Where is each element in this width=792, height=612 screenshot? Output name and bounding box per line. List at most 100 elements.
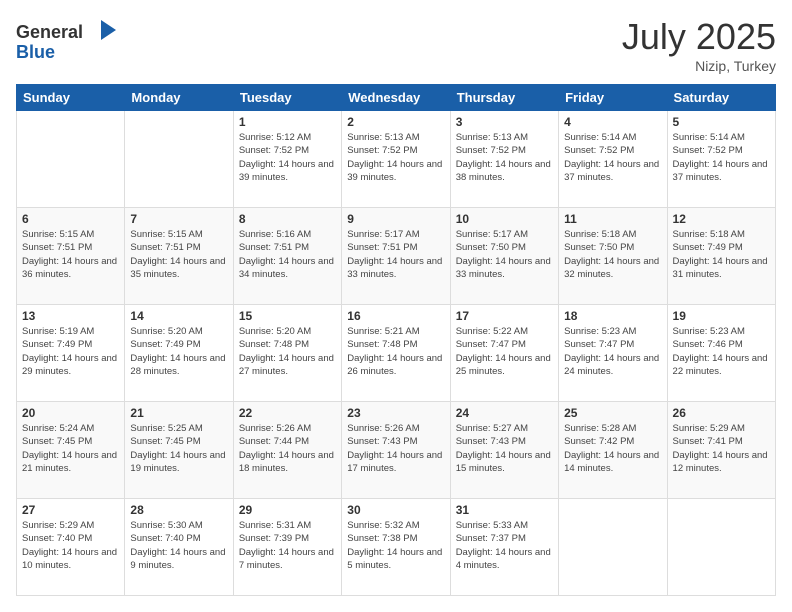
day-number: 12 — [673, 212, 770, 226]
day-number: 1 — [239, 115, 336, 129]
day-number: 9 — [347, 212, 444, 226]
table-row: 14 Sunrise: 5:20 AM Sunset: 7:49 PM Dayli… — [125, 305, 233, 402]
day-number: 28 — [130, 503, 227, 517]
day-number: 5 — [673, 115, 770, 129]
day-number: 11 — [564, 212, 661, 226]
header-friday: Friday — [559, 85, 667, 111]
day-info: Sunrise: 5:19 AM Sunset: 7:49 PM Dayligh… — [22, 325, 119, 378]
location-subtitle: Nizip, Turkey — [622, 58, 776, 74]
table-row — [667, 499, 775, 596]
table-row: 24 Sunrise: 5:27 AM Sunset: 7:43 PM Dayli… — [450, 402, 558, 499]
table-row: 18Sunrise: 5:23 AM Sunset: 7:47 PM Dayli… — [559, 305, 667, 402]
table-row: 5Sunrise: 5:14 AM Sunset: 7:52 PM Daylig… — [667, 111, 775, 208]
day-info: Sunrise: 5:31 AM Sunset: 7:39 PM Dayligh… — [239, 519, 336, 572]
day-info: Sunrise: 5:29 AM Sunset: 7:41 PM Dayligh… — [673, 422, 770, 475]
day-number: 13 — [22, 309, 119, 323]
day-number: 8 — [239, 212, 336, 226]
day-info: Sunrise: 5:24 AM Sunset: 7:45 PM Dayligh… — [22, 422, 119, 475]
day-info: Sunrise: 5:18 AM Sunset: 7:50 PM Dayligh… — [564, 228, 661, 281]
table-row: 29 Sunrise: 5:31 AM Sunset: 7:39 PM Dayli… — [233, 499, 341, 596]
day-number: 27 — [22, 503, 119, 517]
header-sunday: Sunday — [17, 85, 125, 111]
day-info: Sunrise: 5:16 AM Sunset: 7:51 PM Dayligh… — [239, 228, 336, 281]
title-block: July 2025 Nizip, Turkey — [622, 16, 776, 74]
day-number: 10 — [456, 212, 553, 226]
day-info: Sunrise: 5:26 AM Sunset: 7:43 PM Dayligh… — [347, 422, 444, 475]
day-number: 17 — [456, 309, 553, 323]
day-number: 26 — [673, 406, 770, 420]
table-row: 2Sunrise: 5:13 AM Sunset: 7:52 PM Daylig… — [342, 111, 450, 208]
day-info: Sunrise: 5:32 AM Sunset: 7:38 PM Dayligh… — [347, 519, 444, 572]
header-thursday: Thursday — [450, 85, 558, 111]
day-info: Sunrise: 5:17 AM Sunset: 7:50 PM Dayligh… — [456, 228, 553, 281]
day-info: Sunrise: 5:15 AM Sunset: 7:51 PM Dayligh… — [130, 228, 227, 281]
calendar-week-row: 1 Sunrise: 5:12 AM Sunset: 7:52 PM Daylig… — [17, 111, 776, 208]
day-number: 23 — [347, 406, 444, 420]
day-info: Sunrise: 5:13 AM Sunset: 7:52 PM Dayligh… — [347, 131, 444, 184]
table-row: 16Sunrise: 5:21 AM Sunset: 7:48 PM Dayli… — [342, 305, 450, 402]
day-info: Sunrise: 5:18 AM Sunset: 7:49 PM Dayligh… — [673, 228, 770, 281]
day-number: 14 — [130, 309, 227, 323]
table-row: 17 Sunrise: 5:22 AM Sunset: 7:47 PM Dayli… — [450, 305, 558, 402]
table-row: 19Sunrise: 5:23 AM Sunset: 7:46 PM Dayli… — [667, 305, 775, 402]
table-row: 15Sunrise: 5:20 AM Sunset: 7:48 PM Dayli… — [233, 305, 341, 402]
logo-block: General Blue — [16, 16, 126, 71]
calendar-week-row: 27 Sunrise: 5:29 AM Sunset: 7:40 PM Dayli… — [17, 499, 776, 596]
table-row: 25 Sunrise: 5:28 AM Sunset: 7:42 PM Dayli… — [559, 402, 667, 499]
day-info: Sunrise: 5:15 AM Sunset: 7:51 PM Dayligh… — [22, 228, 119, 281]
table-row: 22 Sunrise: 5:26 AM Sunset: 7:44 PM Dayli… — [233, 402, 341, 499]
calendar-week-row: 20Sunrise: 5:24 AM Sunset: 7:45 PM Dayli… — [17, 402, 776, 499]
day-info: Sunrise: 5:28 AM Sunset: 7:42 PM Dayligh… — [564, 422, 661, 475]
logo-svg: General Blue — [16, 16, 126, 66]
day-info: Sunrise: 5:17 AM Sunset: 7:51 PM Dayligh… — [347, 228, 444, 281]
day-number: 15 — [239, 309, 336, 323]
day-info: Sunrise: 5:27 AM Sunset: 7:43 PM Dayligh… — [456, 422, 553, 475]
day-number: 22 — [239, 406, 336, 420]
day-number: 25 — [564, 406, 661, 420]
day-number: 3 — [456, 115, 553, 129]
table-row: 20Sunrise: 5:24 AM Sunset: 7:45 PM Dayli… — [17, 402, 125, 499]
day-info: Sunrise: 5:33 AM Sunset: 7:37 PM Dayligh… — [456, 519, 553, 572]
day-info: Sunrise: 5:13 AM Sunset: 7:52 PM Dayligh… — [456, 131, 553, 184]
day-info: Sunrise: 5:23 AM Sunset: 7:47 PM Dayligh… — [564, 325, 661, 378]
table-row: 21Sunrise: 5:25 AM Sunset: 7:45 PM Dayli… — [125, 402, 233, 499]
calendar-header-row: Sunday Monday Tuesday Wednesday Thursday… — [17, 85, 776, 111]
table-row: 1 Sunrise: 5:12 AM Sunset: 7:52 PM Daylig… — [233, 111, 341, 208]
svg-text:Blue: Blue — [16, 42, 55, 62]
table-row: 10 Sunrise: 5:17 AM Sunset: 7:50 PM Dayli… — [450, 208, 558, 305]
table-row: 8 Sunrise: 5:16 AM Sunset: 7:51 PM Daylig… — [233, 208, 341, 305]
day-info: Sunrise: 5:14 AM Sunset: 7:52 PM Dayligh… — [564, 131, 661, 184]
calendar-table: Sunday Monday Tuesday Wednesday Thursday… — [16, 84, 776, 596]
table-row: 4 Sunrise: 5:14 AM Sunset: 7:52 PM Daylig… — [559, 111, 667, 208]
day-number: 6 — [22, 212, 119, 226]
table-row: 9 Sunrise: 5:17 AM Sunset: 7:51 PM Daylig… — [342, 208, 450, 305]
day-number: 31 — [456, 503, 553, 517]
calendar-week-row: 13 Sunrise: 5:19 AM Sunset: 7:49 PM Dayli… — [17, 305, 776, 402]
day-info: Sunrise: 5:22 AM Sunset: 7:47 PM Dayligh… — [456, 325, 553, 378]
table-row: 3 Sunrise: 5:13 AM Sunset: 7:52 PM Daylig… — [450, 111, 558, 208]
day-info: Sunrise: 5:25 AM Sunset: 7:45 PM Dayligh… — [130, 422, 227, 475]
day-info: Sunrise: 5:26 AM Sunset: 7:44 PM Dayligh… — [239, 422, 336, 475]
day-number: 16 — [347, 309, 444, 323]
day-number: 7 — [130, 212, 227, 226]
page: General Blue July 2025 Nizip, Turkey Sun… — [0, 0, 792, 612]
day-info: Sunrise: 5:20 AM Sunset: 7:49 PM Dayligh… — [130, 325, 227, 378]
table-row — [125, 111, 233, 208]
day-number: 24 — [456, 406, 553, 420]
day-number: 29 — [239, 503, 336, 517]
header: General Blue July 2025 Nizip, Turkey — [16, 16, 776, 74]
table-row: 12 Sunrise: 5:18 AM Sunset: 7:49 PM Dayli… — [667, 208, 775, 305]
header-saturday: Saturday — [667, 85, 775, 111]
table-row: 28Sunrise: 5:30 AM Sunset: 7:40 PM Dayli… — [125, 499, 233, 596]
table-row: 6 Sunrise: 5:15 AM Sunset: 7:51 PM Daylig… — [17, 208, 125, 305]
day-number: 4 — [564, 115, 661, 129]
month-title: July 2025 — [622, 16, 776, 58]
table-row: 27 Sunrise: 5:29 AM Sunset: 7:40 PM Dayli… — [17, 499, 125, 596]
day-info: Sunrise: 5:29 AM Sunset: 7:40 PM Dayligh… — [22, 519, 119, 572]
table-row: 23 Sunrise: 5:26 AM Sunset: 7:43 PM Dayli… — [342, 402, 450, 499]
calendar-week-row: 6 Sunrise: 5:15 AM Sunset: 7:51 PM Daylig… — [17, 208, 776, 305]
day-info: Sunrise: 5:23 AM Sunset: 7:46 PM Dayligh… — [673, 325, 770, 378]
header-wednesday: Wednesday — [342, 85, 450, 111]
table-row: 26 Sunrise: 5:29 AM Sunset: 7:41 PM Dayli… — [667, 402, 775, 499]
day-info: Sunrise: 5:12 AM Sunset: 7:52 PM Dayligh… — [239, 131, 336, 184]
